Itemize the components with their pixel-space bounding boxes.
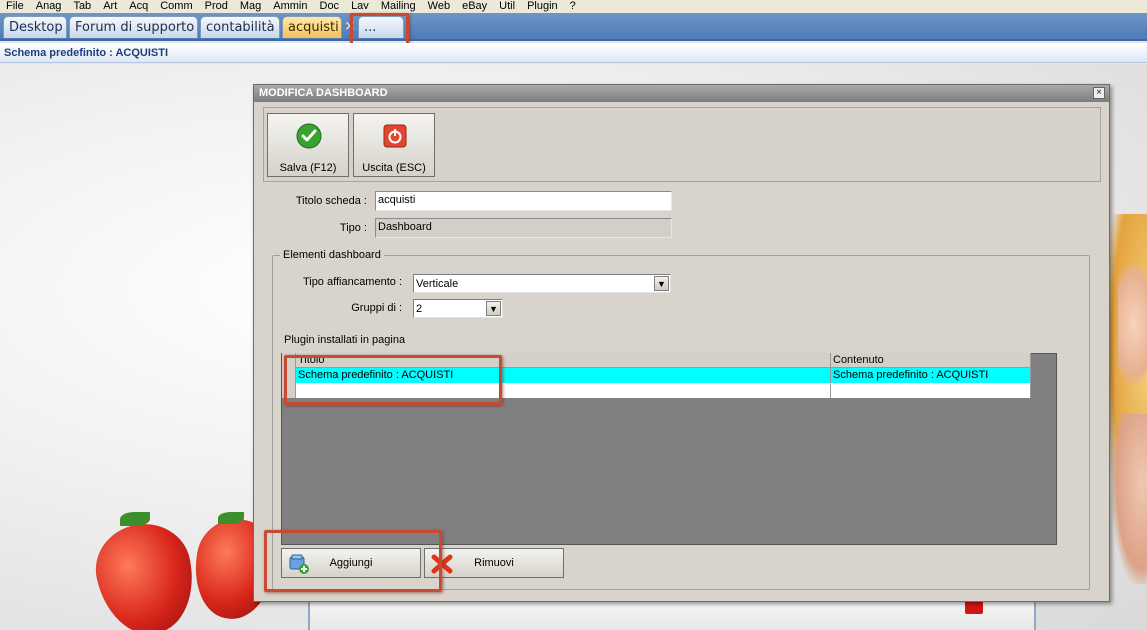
menu-art[interactable]: Art [103, 1, 117, 12]
chevron-down-icon[interactable]: ▼ [654, 276, 669, 291]
strawberry-image [87, 515, 204, 630]
strawberry-leaf [218, 512, 244, 524]
tipo-affiancamento-value: Verticale [416, 278, 459, 290]
tab-acquisti[interactable]: acquisti [282, 16, 342, 38]
menu-web[interactable]: Web [428, 1, 450, 12]
titolo-scheda-label: Titolo scheda : [295, 195, 367, 207]
gruppi-select[interactable]: 2 ▼ [413, 299, 503, 318]
menu-prod[interactable]: Prod [205, 1, 228, 12]
tipo-field: Dashboard [375, 218, 672, 238]
background-red-icon [965, 600, 983, 614]
menu-ebay[interactable]: eBay [462, 1, 487, 12]
menu-plugin[interactable]: Plugin [527, 1, 558, 12]
plugins-label: Plugin installati in pagina [284, 334, 406, 346]
group-title: Elementi dashboard [280, 249, 384, 261]
power-icon [383, 124, 407, 148]
checkmark-icon [296, 123, 322, 149]
remove-button[interactable]: Rimuovi [424, 548, 564, 578]
table-cell-contenuto[interactable] [831, 383, 1031, 398]
menu-file[interactable]: File [6, 1, 24, 12]
menu-comm[interactable]: Comm [160, 1, 192, 12]
menu-tab[interactable]: Tab [73, 1, 91, 12]
gruppi-value: 2 [416, 303, 423, 315]
remove-label: Rimuovi [474, 557, 514, 569]
column-header-contenuto[interactable]: Contenuto [831, 353, 1031, 368]
menu-ammin[interactable]: Ammin [273, 1, 307, 12]
tab-forum-di-supporto[interactable]: Forum di supporto [69, 16, 198, 38]
annotation-highlight-row [284, 355, 502, 405]
tab-contabilita[interactable]: contabilità [200, 16, 280, 38]
tab-desktop[interactable]: Desktop [3, 16, 67, 38]
tab-bar: Desktop Forum di supporto contabilità ac… [0, 13, 1147, 41]
background-photo-face [1118, 264, 1147, 384]
exit-label: Uscita (ESC) [362, 162, 426, 174]
menu-doc[interactable]: Doc [320, 1, 340, 12]
menu-util[interactable]: Util [499, 1, 515, 12]
breadcrumb: Schema predefinito : ACQUISTI [4, 47, 169, 59]
gruppi-label: Gruppi di : [351, 302, 402, 314]
menu-mag[interactable]: Mag [240, 1, 261, 12]
table-cell-contenuto[interactable]: Schema predefinito : ACQUISTI [831, 368, 1031, 383]
titolo-scheda-input[interactable]: acquisti [375, 191, 672, 211]
background-photo-arm [1112, 414, 1147, 584]
menu-help[interactable]: ? [570, 1, 576, 12]
exit-button[interactable]: Uscita (ESC) [353, 113, 435, 177]
menu-mailing[interactable]: Mailing [381, 1, 416, 12]
chevron-down-icon[interactable]: ▼ [486, 301, 501, 316]
dialog-toolbar: Salva (F12) Uscita (ESC) [263, 107, 1101, 182]
tipo-affiancamento-label: Tipo affiancamento : [302, 276, 402, 288]
menu-acq[interactable]: Acq [129, 1, 148, 12]
save-button[interactable]: Salva (F12) [267, 113, 349, 177]
save-label: Salva (F12) [279, 162, 337, 174]
menu-anag[interactable]: Anag [36, 1, 62, 12]
tipo-affiancamento-select[interactable]: Verticale ▼ [413, 274, 671, 293]
tipo-label: Tipo : [339, 222, 367, 234]
menu-bar: File Anag Tab Art Acq Comm Prod Mag Ammi… [0, 0, 1147, 13]
modifica-dashboard-dialog: MODIFICA DASHBOARD × Salva (F12) Uscita … [253, 84, 1110, 602]
strawberry-leaf [120, 512, 150, 526]
breadcrumb-bar: Schema predefinito : ACQUISTI [0, 43, 1147, 63]
menu-lav[interactable]: Lav [351, 1, 369, 12]
annotation-highlight-add [264, 530, 442, 592]
close-icon[interactable]: × [1093, 87, 1105, 99]
dialog-title: MODIFICA DASHBOARD [254, 85, 1109, 102]
